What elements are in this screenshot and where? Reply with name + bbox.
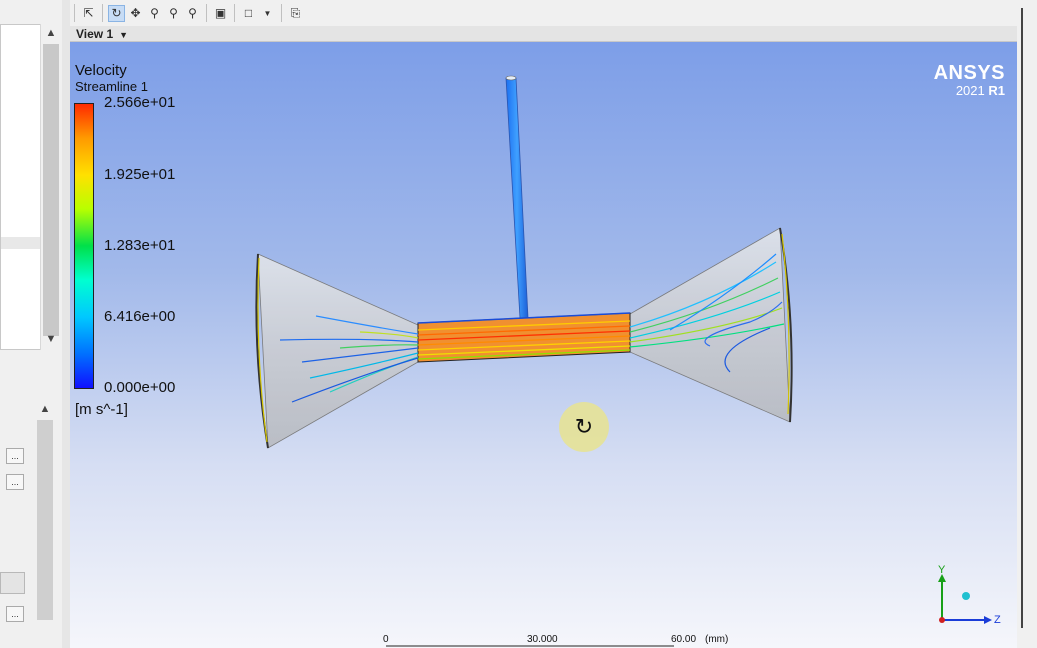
scale-label-max: 60.00 (671, 634, 697, 645)
details-field[interactable] (0, 572, 25, 594)
tree-separator (1, 237, 41, 249)
scroll-up-icon[interactable]: ▲ (36, 400, 54, 418)
details-scrollbar[interactable]: ▲ (36, 400, 54, 626)
dropdown-icon[interactable]: ▼ (259, 5, 276, 22)
pan-icon[interactable]: ✥ (127, 5, 144, 22)
scale-unit: (mm) (705, 634, 729, 645)
browse-button[interactable]: ... (6, 474, 24, 490)
zoom-box-icon[interactable]: ⚲ (165, 5, 182, 22)
rotate-cursor-icon: ↻ (559, 402, 609, 452)
right-border (1017, 0, 1037, 648)
scale-label-mid: 30.000 (527, 634, 558, 645)
select-icon[interactable]: ⇱ (80, 5, 97, 22)
venturi-geometry (255, 75, 793, 449)
scroll-thumb[interactable] (37, 420, 53, 620)
fit-view-icon[interactable]: ▣ (212, 5, 229, 22)
scroll-up-icon[interactable]: ▲ (41, 24, 61, 42)
chevron-down-icon[interactable]: ▼ (119, 30, 128, 40)
zoom-icon[interactable]: ⚲ (146, 5, 163, 22)
panel-splitter[interactable] (62, 0, 70, 648)
scroll-thumb[interactable] (43, 44, 59, 336)
zoom-fit-icon[interactable]: ⚲ (184, 5, 201, 22)
view-tabbar: View 1 ▼ (70, 26, 1017, 42)
axis-z-label: Z (994, 614, 1001, 626)
side-tube-end (505, 75, 517, 81)
highlight-icon[interactable]: ⎘ (287, 5, 304, 22)
3d-viewport[interactable]: Velocity Streamline 1 2.566e+01 1.925e+0… (70, 42, 1017, 648)
tab-view-1[interactable]: View 1 ▼ (76, 27, 128, 41)
viewport-layout-icon[interactable]: □ (240, 5, 257, 22)
side-tube (505, 77, 529, 319)
tab-label: View 1 (76, 27, 114, 41)
rotate-icon[interactable]: ↻ (108, 4, 125, 22)
scale-label-0: 0 (383, 634, 389, 645)
outline-scrollbar[interactable]: ▲ ▼ (40, 24, 60, 350)
axis-y-label: Y (938, 564, 946, 576)
scroll-down-icon[interactable]: ▼ (41, 330, 61, 348)
browse-button[interactable]: ... (6, 606, 24, 622)
left-panel: ▲ ▼ ... ... ... ▲ (0, 0, 62, 648)
browse-button[interactable]: ... (6, 448, 24, 464)
viewer-toolbar: ⇱ ↻ ✥ ⚲ ⚲ ⚲ ▣ □ ▼ ⎘ (70, 0, 1017, 26)
